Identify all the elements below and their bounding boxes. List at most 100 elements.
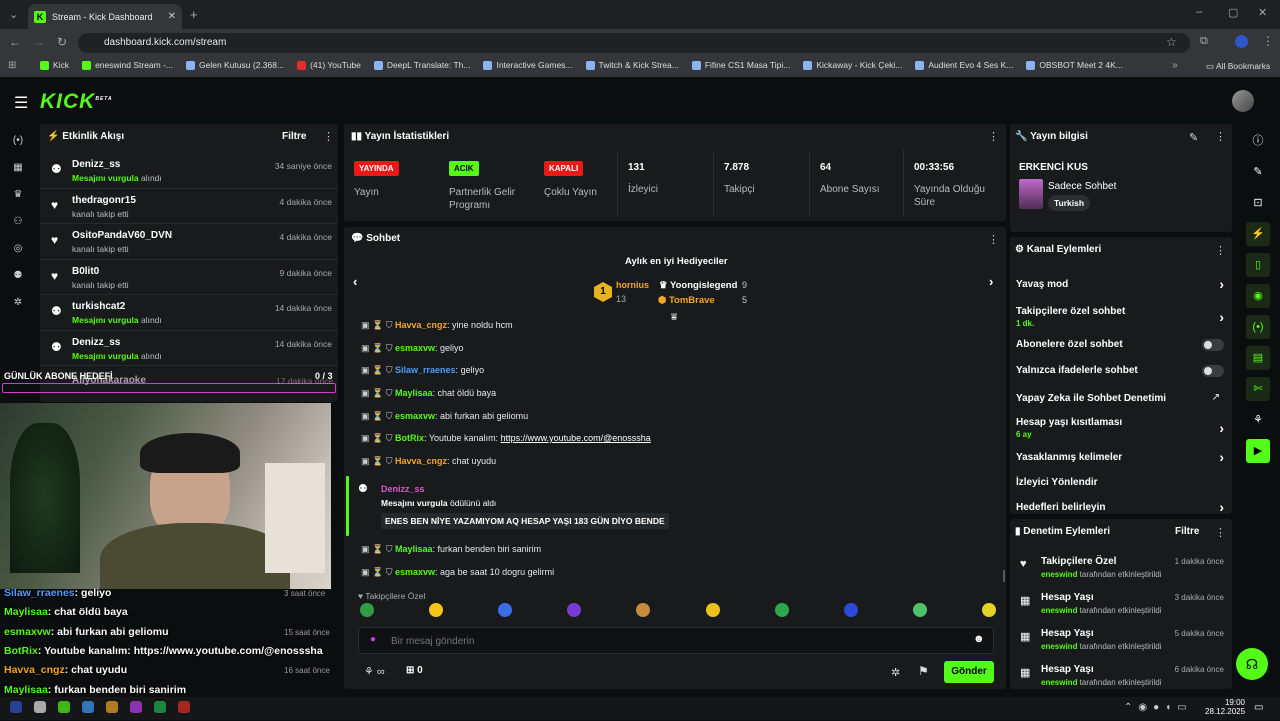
collapse-gifters-icon[interactable]: ⩸ [671,312,677,323]
url-field[interactable]: dashboard.kick.com/stream [78,33,1190,53]
channel-action-item[interactable]: Yapay Zeka ile Sohbet Denetimi ↗ [1016,390,1226,416]
emote-icon[interactable] [774,603,789,617]
close-tab-icon[interactable]: ✕ [168,11,176,22]
delete-icon[interactable]: ▣ [361,544,372,554]
taskbar-app-icon[interactable] [34,701,46,713]
emoji-icon[interactable]: ☻ [973,633,985,645]
activity-username[interactable]: Denizz_ss [72,337,120,348]
delete-icon[interactable]: ▣ [361,411,372,421]
toggle-switch[interactable] [1202,339,1224,351]
reload-icon[interactable]: ↻ [57,35,67,49]
target-icon[interactable]: ◎ [10,241,26,257]
channel-action-item[interactable]: Yalnızca ifadelerle sohbet [1016,362,1226,388]
profile-icon[interactable] [1235,35,1248,48]
timeout-icon[interactable]: ⏳ [372,365,386,375]
new-tab-icon[interactable]: + [190,7,198,22]
delete-icon[interactable]: ▣ [361,320,372,330]
info-icon[interactable]: ⓘ [1246,129,1270,153]
user-avatar[interactable] [1232,90,1254,112]
chat-username[interactable]: Havva_cngz [395,456,447,466]
activity-username[interactable]: B0lit0 [72,266,99,277]
taskbar-app-icon[interactable] [178,701,190,713]
moderation-by[interactable]: eneswind [1041,678,1077,687]
chat-username[interactable]: Maylisaa [395,544,433,554]
bookmark-item[interactable]: Interactive Games... [483,60,573,70]
users-icon[interactable]: ⚉ [10,268,26,284]
timeout-icon[interactable]: ⏳ [372,343,386,353]
channel-action-item[interactable]: Yavaş mod › [1016,276,1226,302]
edit-icon[interactable]: ✎ [1189,131,1198,144]
bookmark-item[interactable]: (41) YouTube [297,60,361,70]
channel-action-item[interactable]: İzleyici Yönlendir [1016,474,1226,500]
bookmark-item[interactable]: Gelen Kutusu (2.368... [186,60,284,70]
gifters-prev-icon[interactable]: ‹ [353,274,357,289]
back-icon[interactable]: ← [9,35,21,49]
taskbar-app-icon[interactable] [10,701,22,713]
emote-icon[interactable] [843,603,858,617]
tab-search-icon[interactable]: ⌄ [9,8,18,21]
taskbar-app-icon[interactable] [106,701,118,713]
gifters-next-icon[interactable]: › [989,274,993,289]
timeout-icon[interactable]: ⏳ [372,567,386,577]
community-icon[interactable]: ⚇ [10,214,26,230]
channel-action-item[interactable]: Abonelere özel sohbet [1016,336,1226,362]
support-headset-icon[interactable]: ☊ [1236,648,1268,680]
chat-settings-icon[interactable]: ✲ [891,666,900,679]
bookmark-item[interactable]: Fifine CS1 Masa Tipi... [691,60,790,70]
emote-icon[interactable] [498,603,513,617]
wrench-icon[interactable]: ✄ [1246,377,1270,401]
emote-icon[interactable] [360,603,374,617]
activity-more-icon[interactable]: ⋮ [323,130,334,143]
bookmark-item[interactable]: Audient Evo 4 Ses K... [915,60,1013,70]
timeout-icon[interactable]: ⏳ [372,320,386,330]
browser-menu-icon[interactable]: ⋮ [1262,34,1274,48]
taskbar-app-icon[interactable] [154,701,166,713]
gifter-3[interactable]: ⬢ TomBrave [658,295,715,306]
emote-icon[interactable] [636,603,651,617]
gifter-1-name[interactable]: hornius [616,280,649,290]
timeout-icon[interactable]: ⏳ [372,544,386,554]
video-icon[interactable]: ▶ [1246,439,1270,463]
browser-tab[interactable]: K Stream - Kick Dashboard ✕ [28,4,182,29]
chat-username[interactable]: esmaxvw [395,343,435,353]
moderation-by[interactable]: eneswind [1041,570,1077,579]
bookmark-item[interactable]: OBSBOT Meet 2 4K... [1026,60,1123,70]
settings-icon[interactable]: ✲ [10,295,26,311]
share-icon[interactable]: ⚘ [1246,408,1270,432]
gift-counter[interactable]: ⊞ 0 [406,665,423,676]
page-icon[interactable]: ▯ [1246,253,1270,277]
channel-action-item[interactable]: Takipçilere özel sohbet 1 dk. › [1016,303,1226,329]
timeout-icon[interactable]: ⏳ [372,388,386,398]
bookmark-star-icon[interactable]: ☆ [1166,35,1177,49]
bookmark-item[interactable]: Twitch & Kick Strea... [585,60,679,70]
hamburger-menu-icon[interactable]: ☰ [14,93,28,113]
tray-clock[interactable]: 19:00 28.12.2025 [1205,698,1245,716]
extensions-icon[interactable]: ⧉ [1200,35,1208,48]
activity-filter-button[interactable]: Filtre [282,131,306,142]
store-icon[interactable]: ▤ [1246,346,1270,370]
timeout-icon[interactable]: ⏳ [372,411,386,421]
minimize-icon[interactable]: – [1196,6,1202,18]
gifter-2[interactable]: ♛ Yoongislegend [659,280,737,291]
delete-icon[interactable]: ▣ [361,456,372,466]
channel-more-icon[interactable]: ⋮ [1215,244,1226,257]
activity-username[interactable]: OsitoPandaV60_DVN [72,230,172,241]
taskbar-app-icon[interactable] [82,701,94,713]
category-name[interactable]: Sadece Sohbet [1048,181,1116,192]
emote-icon[interactable] [705,603,720,617]
emote-icon[interactable] [567,603,582,617]
highlight-username[interactable]: Denizz_ss [381,484,425,494]
all-bookmarks-link[interactable]: ▭ All Bookmarks [1206,61,1270,72]
close-window-icon[interactable]: ✕ [1258,6,1267,19]
apps-grid-icon[interactable]: ⊞ [8,60,16,71]
timeout-icon[interactable]: ⏳ [372,433,386,443]
toggle-switch[interactable] [1202,365,1224,377]
kick-logo[interactable]: KICKBETA [40,90,113,114]
maximize-icon[interactable]: ▢ [1228,6,1238,19]
activity-username[interactable]: turkishcat2 [72,301,125,312]
bookmark-item[interactable]: Kick [40,60,69,70]
delete-icon[interactable]: ▣ [361,567,372,577]
bookmark-item[interactable]: eneswind Stream -... [82,60,173,70]
pen-icon[interactable]: ✎ [1246,160,1270,184]
taskbar-app-icon[interactable] [58,701,70,713]
